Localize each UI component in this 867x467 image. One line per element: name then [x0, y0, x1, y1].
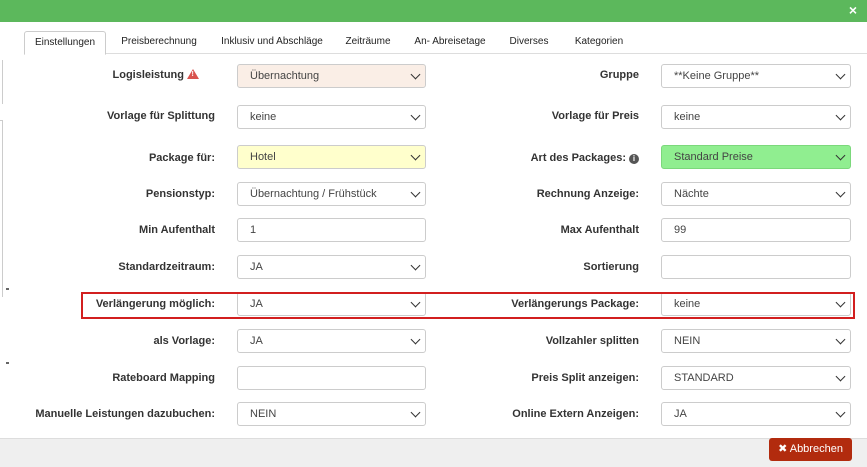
- highlight-box: [81, 292, 855, 319]
- online-extern-anzeigen-select[interactable]: JA: [661, 402, 851, 426]
- close-icon[interactable]: ×: [849, 2, 857, 18]
- tab-an-abreisetage[interactable]: An- Abreisetage: [408, 31, 492, 53]
- tab-bar: Einstellungen Preisberechnung Inklusiv u…: [24, 31, 867, 55]
- gruppe-label: Gruppe: [599, 69, 639, 81]
- art-des-packages-select[interactable]: Standard Preise: [661, 145, 851, 169]
- package-fuer-select[interactable]: Hotel: [237, 145, 426, 169]
- warning-icon: [187, 69, 199, 79]
- tab-diverses[interactable]: Diverses: [502, 31, 556, 53]
- max-aufenthalt-input[interactable]: 99: [661, 218, 851, 242]
- dialog-footer: [0, 438, 867, 467]
- rateboard-mapping-input[interactable]: [237, 366, 426, 390]
- gruppe-select[interactable]: **Keine Gruppe**: [661, 64, 851, 88]
- tab-inklusiv-und-abschlaege[interactable]: Inklusiv und Abschläge: [212, 31, 332, 53]
- manuelle-leistungen-select[interactable]: NEIN: [237, 402, 426, 426]
- vorlage-preis-label: Vorlage für Preis: [551, 110, 639, 122]
- background-panel: [0, 60, 3, 104]
- standardzeitraum-label: Standardzeitraum:: [118, 261, 215, 273]
- min-aufenthalt-label: Min Aufenthalt: [139, 224, 215, 236]
- tab-kategorien[interactable]: Kategorien: [566, 31, 632, 53]
- min-aufenthalt-input[interactable]: 1: [237, 218, 426, 242]
- preis-split-anzeigen-select[interactable]: STANDARD: [661, 366, 851, 390]
- background-tick: [6, 288, 9, 290]
- sortierung-input[interactable]: [661, 255, 851, 279]
- manuelle-leistungen-label: Manuelle Leistungen dazubuchen:: [35, 408, 215, 420]
- vollzahler-splitten-label: Vollzahler splitten: [545, 335, 639, 347]
- vollzahler-splitten-select[interactable]: NEIN: [661, 329, 851, 353]
- rechnung-anzeige-select[interactable]: Nächte: [661, 182, 851, 206]
- package-fuer-label: Package für:: [148, 152, 215, 164]
- tab-zeitraeume[interactable]: Zeiträume: [338, 31, 398, 53]
- online-extern-anzeigen-label: Online Extern Anzeigen:: [512, 408, 639, 420]
- vorlage-splittung-select[interactable]: keine: [237, 105, 426, 129]
- tab-preisberechnung[interactable]: Preisberechnung: [112, 31, 206, 53]
- dialog-header: ×: [0, 0, 867, 22]
- logisleistung-label: Logisleistung: [0, 68, 199, 82]
- info-icon[interactable]: i: [629, 154, 639, 164]
- abbrechen-button[interactable]: ✖ Abbrechen: [769, 438, 852, 461]
- pensionstyp-select[interactable]: Übernachtung / Frühstück: [237, 182, 426, 206]
- art-des-packages-label: Art des Packages: i: [430, 151, 639, 165]
- tab-einstellungen[interactable]: Einstellungen: [24, 31, 106, 55]
- vorlage-preis-select[interactable]: keine: [661, 105, 851, 129]
- logisleistung-select[interactable]: Übernachtung: [237, 64, 426, 88]
- background-tick: [6, 362, 9, 364]
- background-page: [0, 22, 16, 466]
- rateboard-mapping-label: Rateboard Mapping: [112, 372, 215, 384]
- rechnung-anzeige-label: Rechnung Anzeige:: [536, 188, 639, 200]
- vorlage-splittung-label: Vorlage für Splittung: [107, 110, 215, 122]
- max-aufenthalt-label: Max Aufenthalt: [560, 224, 639, 236]
- preis-split-anzeigen-label: Preis Split anzeigen:: [531, 372, 639, 384]
- sortierung-label: Sortierung: [583, 261, 639, 273]
- pensionstyp-label: Pensionstyp:: [145, 188, 215, 200]
- standardzeitraum-select[interactable]: JA: [237, 255, 426, 279]
- als-vorlage-select[interactable]: JA: [237, 329, 426, 353]
- als-vorlage-label: als Vorlage:: [153, 335, 215, 347]
